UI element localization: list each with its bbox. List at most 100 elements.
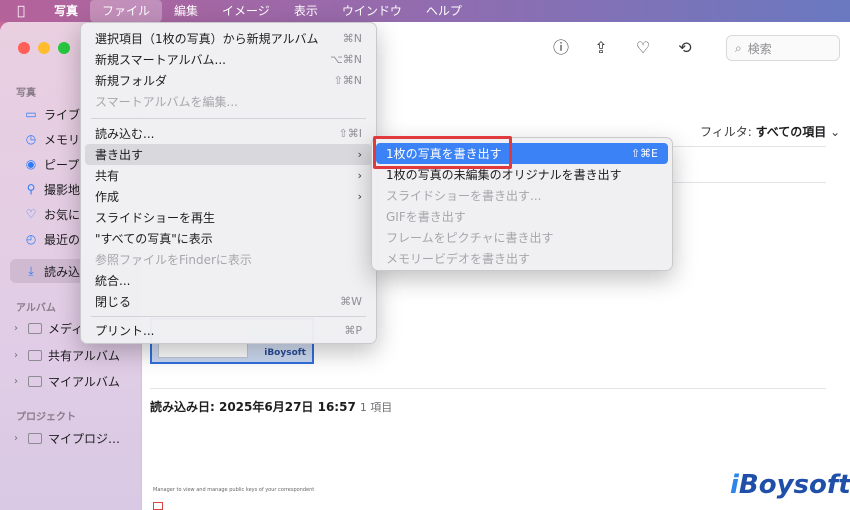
- menu-item-export-frame-to-picture: フレームをピクチャに書き出す: [376, 227, 668, 248]
- menu-item-shortcut: ⇧⌘N: [333, 74, 362, 87]
- heart-icon: ♡: [25, 207, 37, 221]
- share-icon[interactable]: ⇪: [590, 37, 612, 59]
- info-icon[interactable]: ⓘ: [550, 37, 572, 59]
- menu-item-show-in-all-photos[interactable]: "すべての写真"に表示: [85, 228, 372, 249]
- menu-item-export-memory-video: メモリービデオを書き出す: [376, 248, 668, 269]
- folder-icon: [28, 322, 42, 334]
- import-count: 1 項目: [359, 401, 393, 414]
- window-controls: [18, 42, 70, 54]
- sidebar-item-my-projects[interactable]: › マイプロジ…: [10, 426, 134, 450]
- search-placeholder: 検索: [747, 41, 772, 56]
- sidebar-item-label: メディ: [48, 321, 84, 336]
- menu-item-export-gif: GIFを書き出す: [376, 206, 668, 227]
- sidebar-item-label: 最近の: [44, 232, 81, 247]
- menu-item-label: スライドショーを書き出す...: [386, 189, 542, 203]
- close-window-button[interactable]: [18, 42, 30, 54]
- memories-icon: ◷: [25, 132, 37, 146]
- menu-item-show-referenced-file: 参照ファイルをFinderに表示: [85, 249, 372, 270]
- menu-item-create[interactable]: 作成 ›: [85, 186, 372, 207]
- menu-item-label: 書き出す: [95, 148, 144, 162]
- chevron-right-icon[interactable]: ›: [14, 323, 22, 334]
- menu-edit[interactable]: 編集: [162, 0, 210, 22]
- import-icon: ⤓: [28, 263, 34, 278]
- menu-item-label: 作成: [95, 190, 120, 204]
- photo-tiny-box: [153, 502, 163, 510]
- menu-separator: [91, 118, 366, 119]
- person-icon: ◉: [25, 157, 37, 171]
- menu-bar:  写真 ファイル 編集 イメージ 表示 ウインドウ ヘルプ: [0, 0, 850, 22]
- chevron-right-icon[interactable]: ›: [14, 433, 22, 444]
- menu-item-shortcut: ⇧⌘E: [630, 147, 658, 160]
- iboysoft-watermark-logo: iBoysoft: [730, 470, 850, 500]
- menu-item-shortcut: ⌘N: [342, 32, 362, 45]
- menu-item-import[interactable]: 読み込む... ⇧⌘I: [85, 123, 372, 144]
- menu-item-play-slideshow[interactable]: スライドショーを再生: [85, 207, 372, 228]
- photo-tiny-text: Manager to view and manage public keys o…: [153, 487, 315, 493]
- search-field[interactable]: ⌕ 検索: [726, 35, 840, 61]
- menu-item-label: 共有: [95, 169, 120, 183]
- sidebar-item-label: 読み込: [44, 264, 81, 279]
- menu-item-edit-smart-album: スマートアルバムを編集...: [85, 91, 372, 112]
- filter-control[interactable]: フィルタ: すべての項目 ⌄: [700, 123, 840, 140]
- menu-item-label: 新規スマートアルバム...: [95, 53, 226, 67]
- sidebar-item-my-albums[interactable]: › マイアルバム: [10, 369, 134, 393]
- thumbnail-brand-text: iBoysoft: [264, 348, 306, 358]
- menu-item-label: スライドショーを再生: [95, 211, 216, 225]
- menu-image[interactable]: イメージ: [210, 0, 282, 22]
- sidebar-item-label: ピープ: [44, 157, 80, 172]
- chevron-right-icon[interactable]: ›: [14, 376, 22, 387]
- menu-item-close[interactable]: 閉じる ⌘W: [85, 291, 372, 312]
- sidebar-item-label: 共有アルバム: [48, 348, 120, 363]
- menu-item-new-smart-album[interactable]: 新規スマートアルバム... ⌥⌘N: [85, 49, 372, 70]
- menu-view[interactable]: 表示: [282, 0, 330, 22]
- sidebar-item-label: お気に: [44, 207, 81, 222]
- search-icon: ⌕: [735, 40, 742, 55]
- import-date-text: 読み込み日: 2025年6月27日 16:57: [150, 400, 356, 414]
- menu-photos[interactable]: 写真: [42, 0, 90, 22]
- chevron-right-icon[interactable]: ›: [14, 350, 22, 361]
- menu-item-label: 読み込む...: [95, 127, 155, 141]
- menu-separator: [91, 316, 366, 317]
- menu-window[interactable]: ウインドウ: [330, 0, 414, 22]
- chevron-right-icon: ›: [357, 169, 362, 182]
- sidebar-item-label: メモリ: [44, 132, 81, 147]
- menu-item-consolidate[interactable]: 統合...: [85, 270, 372, 291]
- filter-value: すべての項目: [755, 125, 827, 139]
- menu-item-label: 選択項目（1枚の写真）から新規アルバム: [95, 32, 319, 46]
- sidebar-item-label: マイアルバム: [48, 374, 120, 389]
- menu-item-label: 統合...: [95, 274, 131, 288]
- heart-icon[interactable]: ♡: [632, 37, 654, 59]
- menu-item-shortcut: ⌘W: [340, 295, 362, 308]
- menu-item-label: 新規フォルダ: [95, 74, 168, 88]
- menu-item-label: "すべての写真"に表示: [95, 232, 213, 246]
- chevron-down-icon: ⌄: [830, 125, 841, 139]
- minimize-window-button[interactable]: [38, 42, 50, 54]
- sidebar-item-shared-albums[interactable]: › 共有アルバム: [10, 343, 134, 367]
- menu-item-label: GIFを書き出す: [386, 210, 466, 224]
- zoom-window-button[interactable]: [58, 42, 70, 54]
- rotate-icon[interactable]: ⟲: [674, 37, 696, 59]
- menu-file[interactable]: ファイル: [90, 0, 163, 22]
- menu-item-label: メモリービデオを書き出す: [386, 252, 531, 266]
- sidebar-section-photos: 写真: [16, 88, 36, 99]
- highlight-annotation-box: [373, 136, 512, 169]
- divider: [150, 388, 826, 389]
- menu-item-share[interactable]: 共有 ›: [85, 165, 372, 186]
- sidebar-item-label: ライブ: [44, 107, 81, 122]
- folder-icon: [28, 349, 42, 361]
- sidebar-section-albums: アルバム: [16, 303, 56, 314]
- apple-menu-icon[interactable]: : [0, 4, 42, 19]
- pin-icon: ⚲: [26, 182, 36, 196]
- chevron-right-icon: ›: [357, 190, 362, 203]
- menu-item-label: プリント...: [95, 324, 155, 338]
- menu-item-new-album-from-selection[interactable]: 選択項目（1枚の写真）から新規アルバム ⌘N: [85, 28, 372, 49]
- menu-item-print[interactable]: プリント... ⌘P: [85, 320, 372, 341]
- menu-item-shortcut: ⌥⌘N: [330, 53, 362, 66]
- menu-help[interactable]: ヘルプ: [414, 0, 474, 22]
- menu-item-label: 参照ファイルをFinderに表示: [95, 253, 252, 267]
- folder-icon: [28, 375, 42, 387]
- menu-item-label: 閉じる: [95, 295, 132, 309]
- menu-item-new-folder[interactable]: 新規フォルダ ⇧⌘N: [85, 70, 372, 91]
- menu-item-export[interactable]: 書き出す ›: [85, 144, 372, 165]
- menu-item-shortcut: ⌘P: [344, 324, 362, 337]
